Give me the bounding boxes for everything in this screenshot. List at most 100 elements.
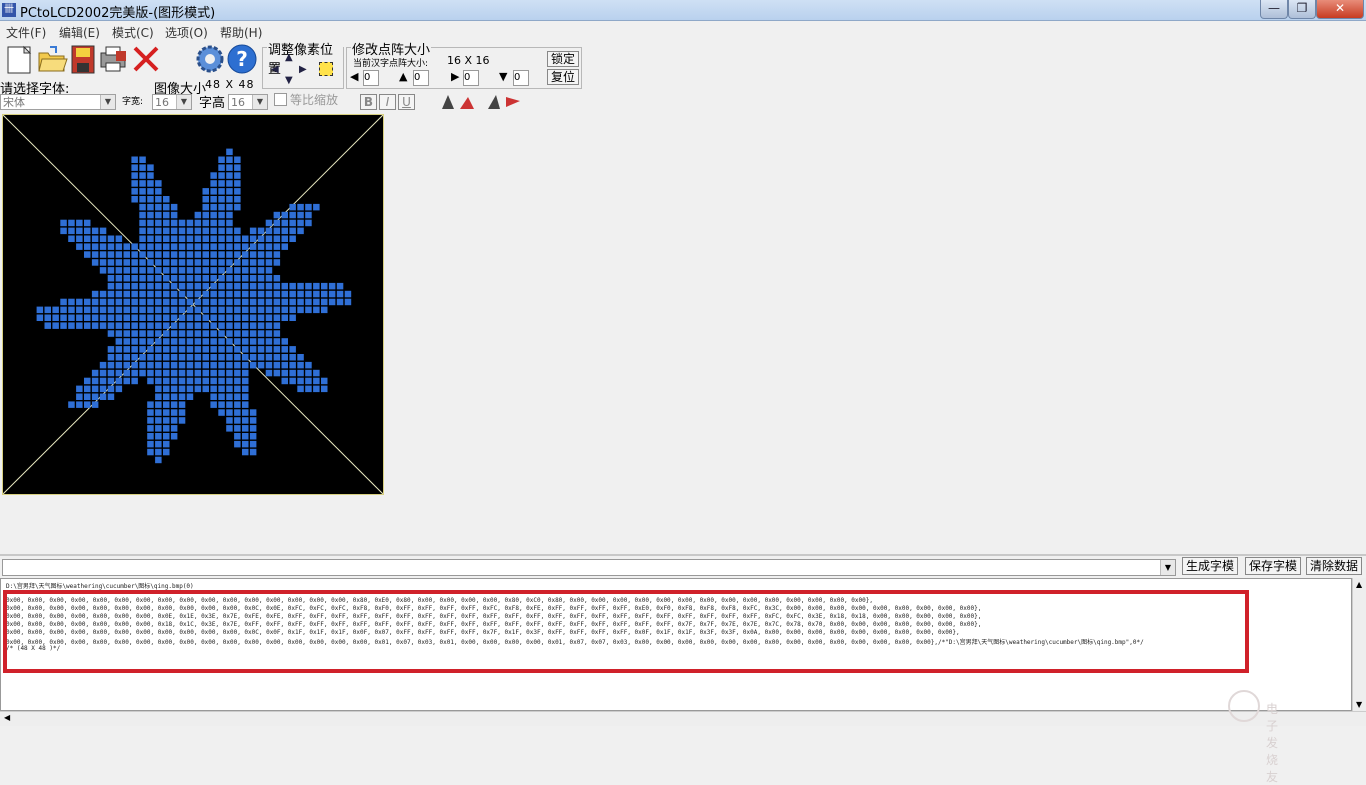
pixel[interactable] — [234, 409, 241, 416]
pixel[interactable] — [226, 409, 233, 416]
pixel[interactable] — [147, 227, 154, 235]
scroll-down-icon[interactable]: ▼ — [1356, 700, 1362, 709]
pixel[interactable] — [202, 211, 210, 219]
pixel[interactable] — [210, 243, 217, 250]
chevron-down-icon[interactable]: ▼ — [176, 95, 191, 109]
pixel[interactable] — [194, 354, 202, 361]
pixel[interactable] — [265, 275, 273, 282]
pixel[interactable] — [210, 330, 217, 337]
pixel[interactable] — [218, 251, 225, 258]
pixel[interactable] — [155, 322, 162, 329]
pixel[interactable] — [257, 306, 265, 314]
pixel[interactable] — [155, 417, 162, 424]
pixel[interactable] — [281, 243, 289, 250]
pixel[interactable] — [194, 290, 202, 298]
pixel[interactable] — [273, 227, 281, 235]
pixel[interactable] — [242, 425, 249, 432]
pixel[interactable] — [68, 314, 75, 322]
pixel[interactable] — [234, 354, 241, 361]
pixel[interactable] — [289, 227, 296, 235]
pixel[interactable] — [91, 385, 99, 393]
pixel[interactable] — [210, 314, 217, 322]
pixel[interactable] — [178, 227, 186, 235]
pixel[interactable] — [163, 417, 170, 424]
pixel[interactable] — [186, 282, 194, 290]
pixel[interactable] — [147, 377, 154, 385]
pixel[interactable] — [178, 369, 186, 377]
pixel[interactable] — [218, 314, 225, 322]
pixel[interactable] — [210, 338, 217, 345]
help-icon[interactable]: ? — [226, 43, 258, 75]
pixel[interactable] — [194, 275, 202, 282]
pixel[interactable] — [170, 290, 178, 298]
pixel[interactable] — [131, 346, 138, 353]
pixel[interactable] — [234, 188, 241, 195]
pixel[interactable] — [60, 322, 67, 329]
pixel[interactable] — [297, 298, 304, 306]
pixel[interactable] — [305, 282, 312, 290]
pixel[interactable] — [234, 330, 241, 337]
pixel[interactable] — [36, 314, 44, 322]
pixel[interactable] — [273, 211, 281, 219]
pixel[interactable] — [170, 385, 178, 393]
reset-button[interactable]: 复位 — [547, 69, 579, 85]
pixel[interactable] — [249, 440, 257, 448]
pixel[interactable] — [186, 306, 194, 314]
pixel[interactable] — [68, 401, 75, 408]
pixel[interactable] — [210, 369, 217, 377]
pixel[interactable] — [257, 227, 265, 235]
pixel[interactable] — [194, 314, 202, 322]
pixel[interactable] — [123, 267, 131, 274]
pixel[interactable] — [178, 298, 186, 306]
pixel[interactable] — [289, 235, 296, 243]
pixel[interactable] — [234, 275, 241, 282]
pixel[interactable] — [91, 369, 99, 377]
pixel[interactable] — [131, 369, 138, 377]
pixel[interactable] — [289, 219, 296, 227]
pixel[interactable] — [202, 354, 210, 361]
pixel[interactable] — [194, 282, 202, 290]
pixel[interactable] — [281, 227, 289, 235]
pixel[interactable] — [257, 267, 265, 274]
pixel[interactable] — [289, 306, 296, 314]
pixel[interactable] — [131, 377, 138, 385]
pixel[interactable] — [242, 251, 249, 258]
pixel[interactable] — [123, 298, 131, 306]
pixel[interactable] — [257, 243, 265, 250]
pixel[interactable] — [257, 298, 265, 306]
pixel[interactable] — [265, 259, 273, 266]
pixel[interactable] — [313, 377, 320, 385]
pixel[interactable] — [226, 235, 233, 243]
pixel[interactable] — [68, 298, 75, 306]
pixel[interactable] — [321, 282, 328, 290]
pixel[interactable] — [249, 243, 257, 250]
pixel[interactable] — [139, 354, 146, 361]
pixel[interactable] — [257, 338, 265, 345]
pixel[interactable] — [147, 172, 154, 179]
pixel[interactable] — [218, 393, 225, 401]
pixel-grid[interactable] — [2, 114, 384, 495]
pixel[interactable] — [186, 275, 194, 282]
pixel[interactable] — [344, 298, 352, 306]
pixel[interactable] — [210, 385, 217, 393]
pixel[interactable] — [170, 322, 178, 329]
pixel[interactable] — [163, 251, 170, 258]
menu-mode[interactable]: 模式(C) — [112, 24, 154, 41]
pixel[interactable] — [202, 298, 210, 306]
pixel[interactable] — [170, 282, 178, 290]
pixel[interactable] — [178, 393, 186, 401]
pixel[interactable] — [249, 235, 257, 243]
pixel[interactable] — [226, 393, 233, 401]
pixel[interactable] — [249, 448, 257, 456]
pixel[interactable] — [123, 330, 131, 337]
pixel[interactable] — [249, 306, 257, 314]
pixel[interactable] — [249, 267, 257, 274]
pixel[interactable] — [155, 369, 162, 377]
pixel[interactable] — [170, 251, 178, 258]
pixel[interactable] — [218, 338, 225, 345]
pixel[interactable] — [178, 330, 186, 337]
pixel[interactable] — [265, 314, 273, 322]
pixel[interactable] — [234, 322, 241, 329]
pixel[interactable] — [147, 290, 154, 298]
pixel[interactable] — [44, 306, 52, 314]
